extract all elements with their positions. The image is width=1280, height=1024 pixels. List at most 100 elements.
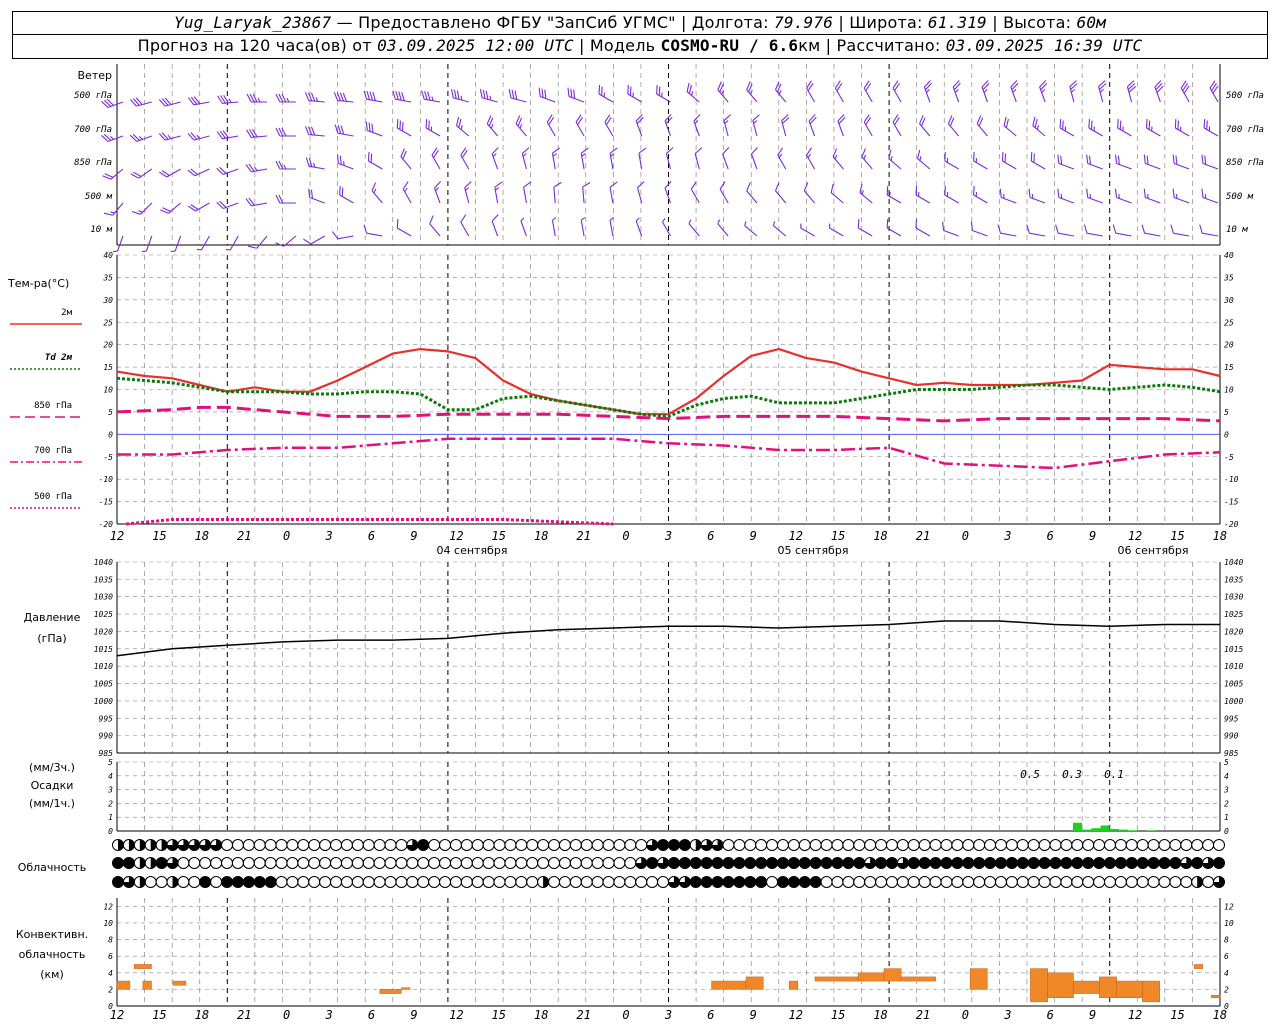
- wind-barb: [1057, 188, 1075, 204]
- cloud-symbol: [864, 839, 877, 851]
- cloud-symbol: [1202, 876, 1215, 888]
- cloud-symbol-circle: [1016, 876, 1029, 888]
- wind-level-label-right: 700 гПа: [1226, 125, 1264, 135]
- wind-barb: [451, 88, 469, 103]
- cloud-symbol: [155, 876, 168, 888]
- wind-barb: [1026, 224, 1046, 237]
- cloud-symbol-circle: [439, 857, 452, 869]
- wind-barb: [460, 147, 470, 170]
- cloud-symbol-circle: [646, 857, 659, 869]
- cloud-symbol-circle: [526, 857, 539, 869]
- wind-barb: [159, 168, 181, 178]
- wind-barb-staff: [1144, 232, 1161, 237]
- conv-tick-left: 4: [108, 969, 113, 978]
- cloud-symbol-circle: [798, 857, 811, 869]
- wind-barb: [245, 163, 268, 173]
- cloud-symbol-circle: [929, 839, 942, 851]
- cloud-symbol-circle: [1169, 876, 1182, 888]
- cloud-symbol: [994, 857, 1007, 869]
- cloud-symbol-circle: [875, 857, 888, 869]
- wind-level-label-right: 500 м: [1226, 192, 1254, 202]
- cloud-symbol-circle: [1191, 857, 1204, 869]
- cloud-symbol: [766, 839, 779, 851]
- wind-level-label: 850 гПа: [74, 158, 112, 168]
- hour-tick-label: 9: [410, 529, 417, 543]
- cloud-symbol: [275, 857, 288, 869]
- wind-barb: [1201, 154, 1219, 170]
- wind-barb: [402, 181, 412, 204]
- wind-barb-staff: [800, 227, 815, 237]
- cloud-symbol: [1082, 857, 1095, 869]
- cloud-symbol: [624, 839, 637, 851]
- cloud-symbol: [667, 876, 680, 888]
- cloud-symbol-circle: [231, 876, 244, 888]
- wind-barb: [635, 217, 643, 237]
- cloud-symbol: [144, 839, 157, 851]
- hour-tick-label-bottom: 12: [1128, 1008, 1142, 1022]
- cloud-symbol: [177, 876, 190, 888]
- cloud-symbol: [537, 839, 550, 851]
- cloud-symbol: [875, 857, 888, 869]
- precip-bar: [1109, 828, 1119, 831]
- cloud-symbol: [286, 857, 299, 869]
- cloud-symbol-circle: [1125, 839, 1138, 851]
- hour-tick-label: 6: [368, 529, 375, 543]
- wind-barb: [1001, 152, 1017, 170]
- wind-barb-flag: [1098, 80, 1106, 87]
- hour-tick-label-bottom: 9: [1089, 1008, 1096, 1022]
- cloud-symbol-circle: [362, 876, 375, 888]
- temp-500-line: [126, 518, 614, 526]
- cloud-symbol: [428, 876, 441, 888]
- cloud-symbol-circle: [896, 839, 909, 851]
- wind-barb-flag: [1069, 80, 1077, 87]
- wind-barb-staff: [337, 235, 354, 240]
- cloud-symbol: [308, 876, 321, 888]
- cloud-symbol-circle: [733, 839, 746, 851]
- cloud-symbol-circle: [558, 857, 571, 869]
- wind-barb: [1114, 154, 1132, 170]
- wind-barb-flag: [665, 147, 674, 154]
- wind-barb-flag: [553, 181, 562, 188]
- wind-barb: [158, 97, 181, 107]
- cloud-symbol: [929, 857, 942, 869]
- cloud-symbol: [1213, 857, 1225, 869]
- wind-barb: [638, 147, 647, 170]
- wind-barb-staff: [803, 190, 816, 204]
- wind-level-label: 500 гПа: [74, 91, 112, 101]
- cloud-symbol-circle: [308, 857, 321, 869]
- cloud-symbol: [515, 857, 528, 869]
- wind-barb-flag: [1099, 83, 1107, 90]
- precip-unit-3h: (мм/3ч.): [29, 761, 75, 774]
- wind-barb: [997, 224, 1017, 237]
- wind-barb-flag: [1057, 188, 1060, 198]
- cloud-symbol: [1202, 857, 1215, 869]
- cloud-symbol: [526, 876, 539, 888]
- wind-barb: [187, 132, 210, 141]
- cloud-symbol: [1125, 876, 1138, 888]
- wind-barb-flag: [396, 219, 399, 229]
- wind-barb-flag: [164, 97, 172, 105]
- conv-cloud-bar: [900, 976, 936, 982]
- cloud-symbol-circle: [1071, 839, 1084, 851]
- cloud-symbol: [1136, 876, 1149, 888]
- cloud-symbol-circle: [689, 876, 702, 888]
- cloud-symbol-circle: [242, 876, 255, 888]
- wind-barb-staff: [1000, 232, 1017, 237]
- cloud-symbol: [711, 857, 724, 869]
- hour-tick-label: 0: [283, 529, 290, 543]
- cloud-symbol: [330, 857, 343, 869]
- cloud-symbol-circle: [231, 839, 244, 851]
- cloud-symbol: [1082, 839, 1095, 851]
- wind-barb: [772, 221, 787, 237]
- wind-barb-flag: [777, 147, 784, 156]
- wind-barb: [580, 147, 589, 170]
- wind-barb: [915, 186, 931, 204]
- cloud-symbol: [1005, 839, 1018, 851]
- cloud-symbol-circle: [831, 857, 844, 869]
- cloud-symbol: [711, 876, 724, 888]
- wind-level-label: 700 гПа: [74, 125, 112, 135]
- cloud-symbol: [646, 839, 659, 851]
- hour-tick-label: 12: [788, 529, 802, 543]
- cloud-symbol-circle: [515, 876, 528, 888]
- wind-barb: [609, 147, 618, 170]
